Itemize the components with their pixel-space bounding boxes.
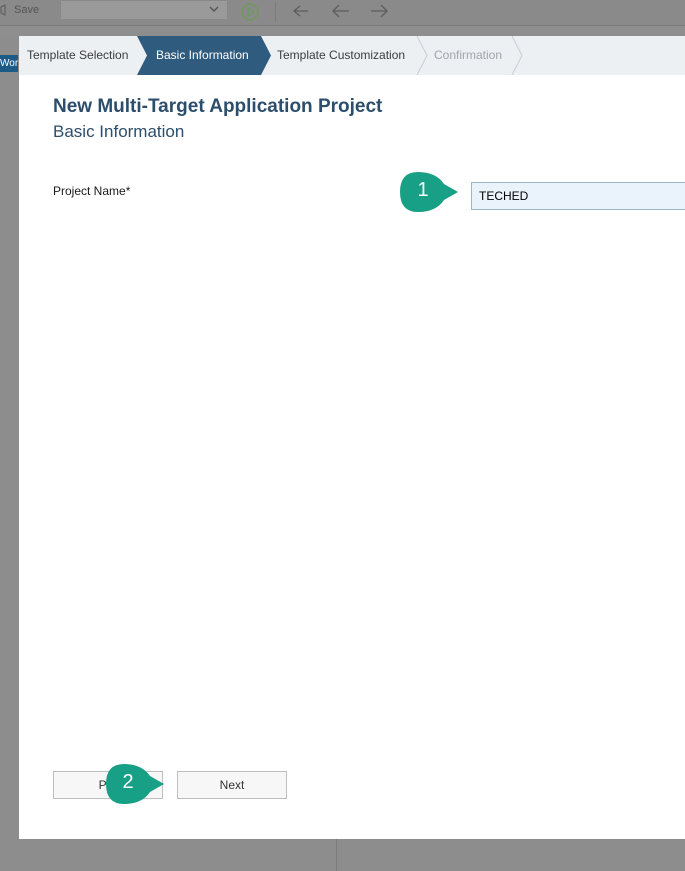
run-config-dropdown[interactable] bbox=[60, 0, 228, 20]
workspace-tab[interactable]: Wor bbox=[0, 55, 18, 72]
step-template-customization[interactable]: Template Customization bbox=[277, 36, 405, 75]
callout-number-1: 1 bbox=[417, 179, 429, 201]
pane-divider bbox=[336, 838, 337, 871]
toolbar-divider bbox=[275, 2, 276, 22]
wizard-steps: Template Selection Basic Information Tem… bbox=[19, 36, 685, 75]
run-icon[interactable] bbox=[240, 2, 260, 22]
step-basic-information[interactable]: Basic Information bbox=[156, 36, 249, 75]
dialog-subtitle: Basic Information bbox=[53, 122, 185, 141]
ide-toolbar: Save bbox=[0, 0, 685, 26]
save-button[interactable]: Save bbox=[0, 4, 39, 16]
next-button[interactable]: Next bbox=[177, 771, 287, 799]
save-icon bbox=[0, 4, 6, 16]
step-separator-chevron-icon bbox=[511, 36, 523, 75]
chevron-down-icon bbox=[209, 6, 219, 12]
project-name-label: Project Name* bbox=[53, 184, 131, 198]
forward-arrow-icon[interactable] bbox=[368, 3, 390, 19]
step-template-selection[interactable]: Template Selection bbox=[27, 36, 128, 75]
step-confirmation: Confirmation bbox=[434, 48, 503, 62]
save-label: Save bbox=[14, 4, 40, 16]
back-arrow-icon[interactable] bbox=[330, 3, 352, 19]
dialog-title: New Multi-Target Application Project bbox=[53, 96, 383, 117]
new-project-dialog: Template Selection Basic Information Tem… bbox=[19, 36, 685, 839]
ide-secondary-bar bbox=[0, 26, 685, 36]
callout-number-2: 2 bbox=[122, 771, 134, 793]
step-separator-chevron-icon bbox=[416, 36, 428, 75]
navigate-back-icon[interactable] bbox=[290, 3, 312, 19]
project-name-input[interactable] bbox=[471, 182, 685, 210]
